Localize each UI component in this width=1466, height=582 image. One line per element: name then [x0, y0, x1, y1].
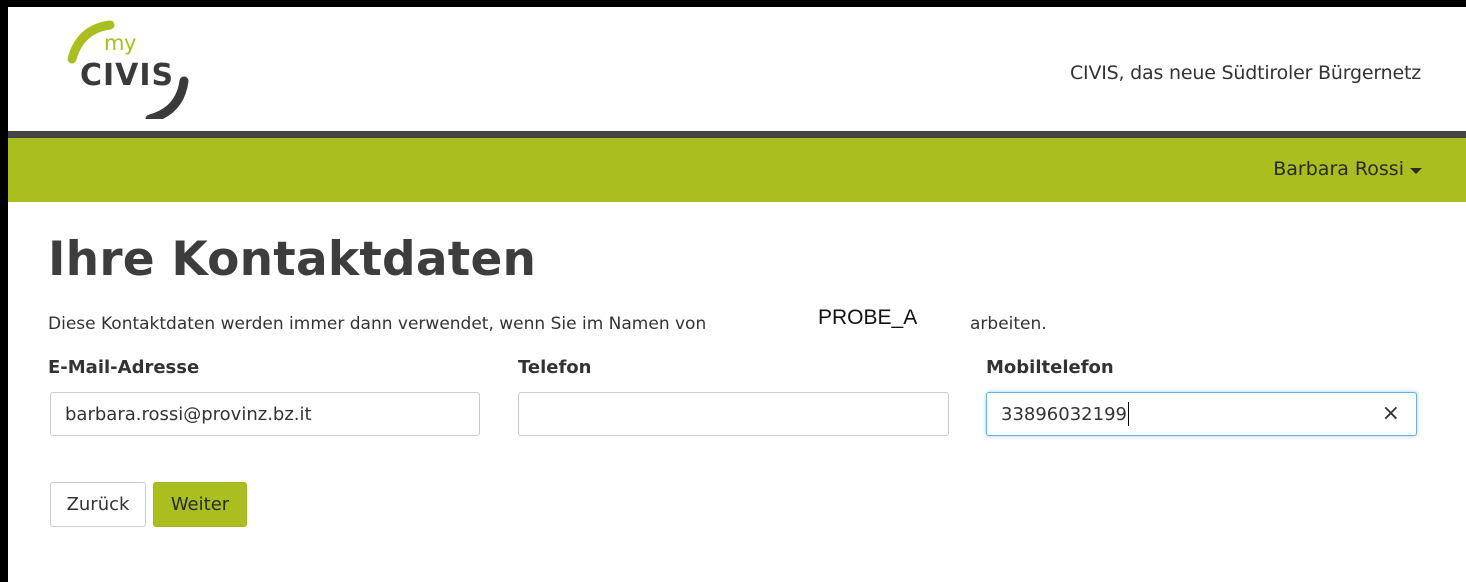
page-title: Ihre Kontaktdaten: [48, 232, 537, 287]
site-header: my CIVIS CIVIS, das neue Südtiroler Bürg…: [8, 7, 1466, 131]
email-value: barbara.rossi@provinz.bz.it: [65, 403, 312, 425]
nav-bar: Barbara Rossi: [8, 138, 1466, 202]
header-divider: [8, 131, 1466, 138]
email-field[interactable]: barbara.rossi@provinz.bz.it: [50, 392, 480, 436]
site-tagline: CIVIS, das neue Südtiroler Bürgernetz: [1069, 62, 1421, 84]
intro-text: Diese Kontaktdaten werden immer dann ver…: [48, 306, 1148, 346]
mycivis-logo[interactable]: my CIVIS: [66, 19, 206, 119]
intro-suffix: arbeiten.: [970, 314, 1047, 334]
intro-entity-name: PROBE_A: [818, 306, 918, 329]
user-menu-dropdown[interactable]: Barbara Rossi: [1273, 158, 1422, 180]
text-cursor: [1127, 402, 1129, 426]
next-button[interactable]: Weiter: [153, 482, 247, 527]
intro-prefix: Diese Kontaktdaten werden immer dann ver…: [48, 314, 707, 334]
mobile-value: 33896032199: [1001, 403, 1127, 425]
caret-down-icon: [1410, 168, 1422, 174]
mobile-field[interactable]: 33896032199 ×: [986, 392, 1417, 436]
back-button[interactable]: Zurück: [50, 482, 146, 527]
mobile-label: Mobiltelefon: [986, 357, 1114, 378]
phone-label: Telefon: [518, 357, 592, 378]
phone-field[interactable]: [518, 392, 949, 436]
clear-icon[interactable]: ×: [1382, 402, 1400, 426]
logo-civis-text: CIVIS: [80, 58, 175, 93]
email-label: E-Mail-Adresse: [48, 357, 200, 378]
logo-my-text: my: [104, 31, 136, 55]
user-name: Barbara Rossi: [1273, 158, 1404, 180]
